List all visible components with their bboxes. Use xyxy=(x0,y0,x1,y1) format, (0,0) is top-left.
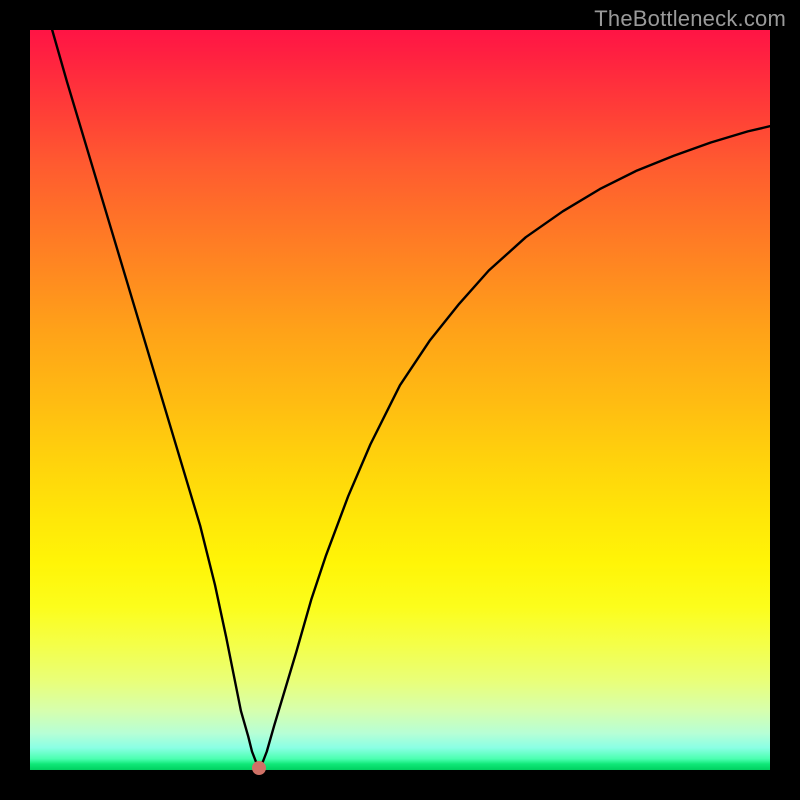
watermark-text: TheBottleneck.com xyxy=(594,6,786,32)
plot-area xyxy=(30,30,770,770)
marker-dot xyxy=(252,761,266,775)
chart-frame: TheBottleneck.com xyxy=(0,0,800,800)
bottleneck-curve xyxy=(52,30,770,768)
curve-svg xyxy=(30,30,770,770)
